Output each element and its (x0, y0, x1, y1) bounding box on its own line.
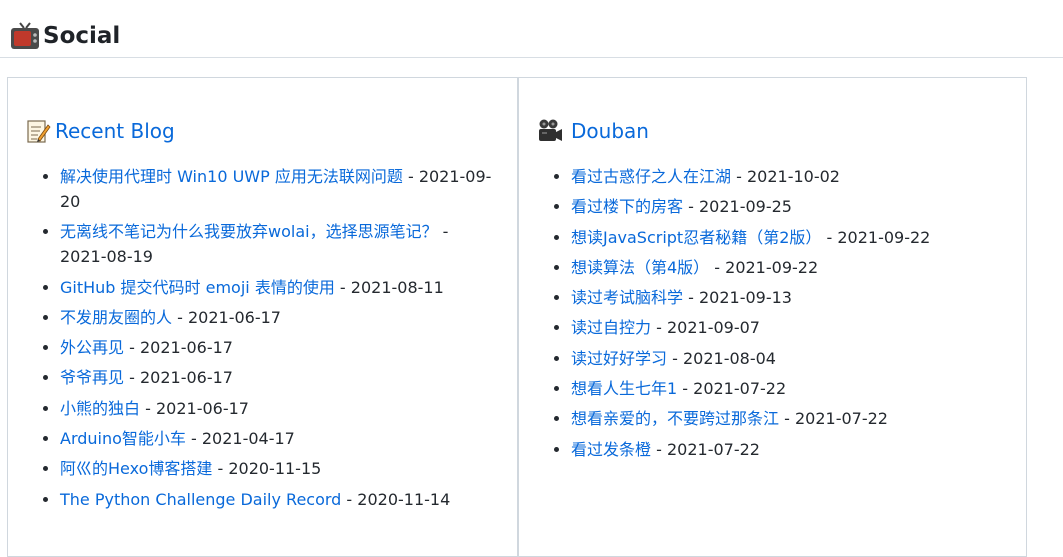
list-item: GitHub 提交代码时 emoji 表情的使用 - 2021-08-11 (60, 275, 498, 300)
list-item: 阿巛的Hexo博客搭建 - 2020-11-15 (60, 456, 498, 481)
item-separator: - (334, 277, 351, 297)
item-separator: - (651, 439, 667, 459)
list-item: The Python Challenge Daily Record - 2020… (60, 487, 498, 512)
heading-divider (0, 57, 1063, 58)
item-date: 2020-11-14 (357, 489, 451, 509)
item-separator: - (677, 379, 694, 399)
item-separator: - (124, 338, 140, 358)
item-link[interactable]: 看过楼下的房客 (571, 197, 683, 216)
item-separator: - (667, 348, 683, 368)
item-date: 2021-06-17 (187, 307, 281, 327)
item-separator: - (683, 197, 699, 217)
item-separator: - (683, 288, 699, 308)
item-link[interactable]: 小熊的独白 (60, 399, 140, 418)
movie-camera-icon (539, 119, 562, 141)
item-link[interactable]: GitHub 提交代码时 emoji 表情的使用 (60, 278, 335, 297)
list-item: 外公再见 - 2021-06-17 (60, 335, 498, 360)
item-separator: - (821, 227, 838, 247)
item-link[interactable]: 爷爷再见 (60, 368, 124, 387)
list-item: 解决使用代理时 Win10 UWP 应用无法联网问题 - 2021-09-20 (60, 164, 498, 214)
item-separator: - (140, 398, 156, 418)
item-link[interactable]: 看过古惑仔之人在江湖 (571, 167, 731, 186)
douban-list: 看过古惑仔之人在江湖 - 2021-10-02 看过楼下的房客 - 2021-09… (549, 164, 1009, 467)
item-separator: - (731, 167, 747, 186)
tv-icon (11, 22, 39, 49)
item-link[interactable]: 看过发条橙 (571, 440, 651, 459)
item-separator: - (779, 409, 795, 429)
item-date: 2021-09-13 (698, 288, 792, 308)
item-date: 2021-06-17 (139, 368, 233, 388)
item-date: 2021-07-22 (666, 439, 760, 459)
item-link[interactable]: 无离线不笔记为什么我要放弃wolai，选择思源笔记？ (60, 222, 438, 241)
item-separator: - (212, 459, 229, 479)
item-link[interactable]: Arduino智能小车 (60, 429, 186, 448)
item-separator: - (185, 429, 202, 449)
list-item: 想读JavaScript忍者秘籍（第2版） - 2021-09-22 (571, 225, 1009, 250)
item-date: 2020-11-15 (228, 459, 322, 479)
item-date: 2021-07-22 (693, 379, 787, 399)
item-date: 2021-09-25 (698, 197, 792, 217)
item-link[interactable]: 想读算法（第4版） (571, 258, 709, 277)
item-date: 2021-08-04 (682, 348, 776, 368)
list-item: Arduino智能小车 - 2021-04-17 (60, 426, 498, 451)
item-link[interactable]: 想看亲爱的，不要跨过那条江 (571, 409, 779, 428)
item-date: 2021-10-02 (746, 167, 840, 186)
item-date: 2021-04-17 (201, 429, 295, 449)
list-item: 看过发条橙 - 2021-07-22 (571, 437, 1009, 462)
douban-title-link[interactable]: Douban (571, 119, 649, 143)
list-item: 看过楼下的房客 - 2021-09-25 (571, 194, 1009, 219)
list-item: 想看亲爱的，不要跨过那条江 - 2021-07-22 (571, 406, 1009, 431)
item-link[interactable]: 读过考试脑科学 (571, 288, 683, 307)
item-separator: - (651, 318, 667, 338)
list-item: 想看人生七年1 - 2021-07-22 (571, 376, 1009, 401)
item-link[interactable]: 读过自控力 (571, 318, 651, 337)
item-link[interactable]: 读过好好学习 (571, 349, 667, 368)
douban-cell: Douban 看过古惑仔之人在江湖 - 2021-10-02 看过楼下的房客 - … (517, 78, 1026, 556)
list-item: 读过好好学习 - 2021-08-04 (571, 346, 1009, 371)
item-date: 2021-08-19 (60, 247, 153, 267)
item-date: 2021-06-17 (139, 338, 233, 358)
item-separator: - (437, 222, 449, 242)
item-link[interactable]: 不发朋友圈的人 (60, 308, 172, 327)
item-separator: - (402, 167, 419, 186)
blog-cell: Recent Blog 解决使用代理时 Win10 UWP 应用无法联网问题 -… (8, 78, 517, 556)
item-link[interactable]: 想看人生七年1 (571, 379, 677, 398)
item-separator: - (172, 307, 188, 327)
list-item: 读过考试脑科学 - 2021-09-13 (571, 285, 1009, 310)
item-link[interactable]: The Python Challenge Daily Record (60, 490, 341, 509)
blog-heading: Recent Blog (25, 118, 175, 144)
memo-icon (27, 120, 51, 143)
item-link[interactable]: 想读JavaScript忍者秘籍（第2版） (571, 228, 821, 247)
section-heading: Social (9, 16, 120, 56)
social-table: Recent Blog 解决使用代理时 Win10 UWP 应用无法联网问题 -… (7, 77, 1027, 557)
item-separator: - (341, 489, 358, 509)
item-date: 2021-07-22 (794, 409, 888, 429)
section-title: Social (43, 23, 121, 49)
list-item: 小熊的独白 - 2021-06-17 (60, 396, 498, 421)
item-link[interactable]: 阿巛的Hexo博客搭建 (60, 459, 212, 478)
list-item: 读过自控力 - 2021-09-07 (571, 315, 1009, 340)
douban-heading: Douban (537, 118, 649, 144)
list-item: 想读算法（第4版） - 2021-09-22 (571, 255, 1009, 280)
item-date: 2021-09-22 (837, 227, 931, 247)
item-link[interactable]: 解决使用代理时 Win10 UWP 应用无法联网问题 (60, 167, 403, 186)
list-item: 爷爷再见 - 2021-06-17 (60, 365, 498, 390)
item-link[interactable]: 外公再见 (60, 338, 124, 357)
blog-list: 解决使用代理时 Win10 UWP 应用无法联网问题 - 2021-09-20无… (38, 164, 498, 517)
list-item: 无离线不笔记为什么我要放弃wolai，选择思源笔记？ - 2021-08-19 (60, 219, 498, 269)
blog-title-link[interactable]: Recent Blog (55, 119, 175, 143)
item-date: 2021-06-17 (155, 398, 249, 418)
item-separator: - (124, 368, 140, 388)
item-date: 2021-09-22 (725, 257, 819, 277)
item-date: 2021-09-07 (666, 318, 760, 338)
item-separator: - (709, 257, 726, 277)
list-item: 看过古惑仔之人在江湖 - 2021-10-02 (571, 164, 1009, 189)
item-date: 2021-08-11 (350, 277, 444, 297)
list-item: 不发朋友圈的人 - 2021-06-17 (60, 305, 498, 330)
